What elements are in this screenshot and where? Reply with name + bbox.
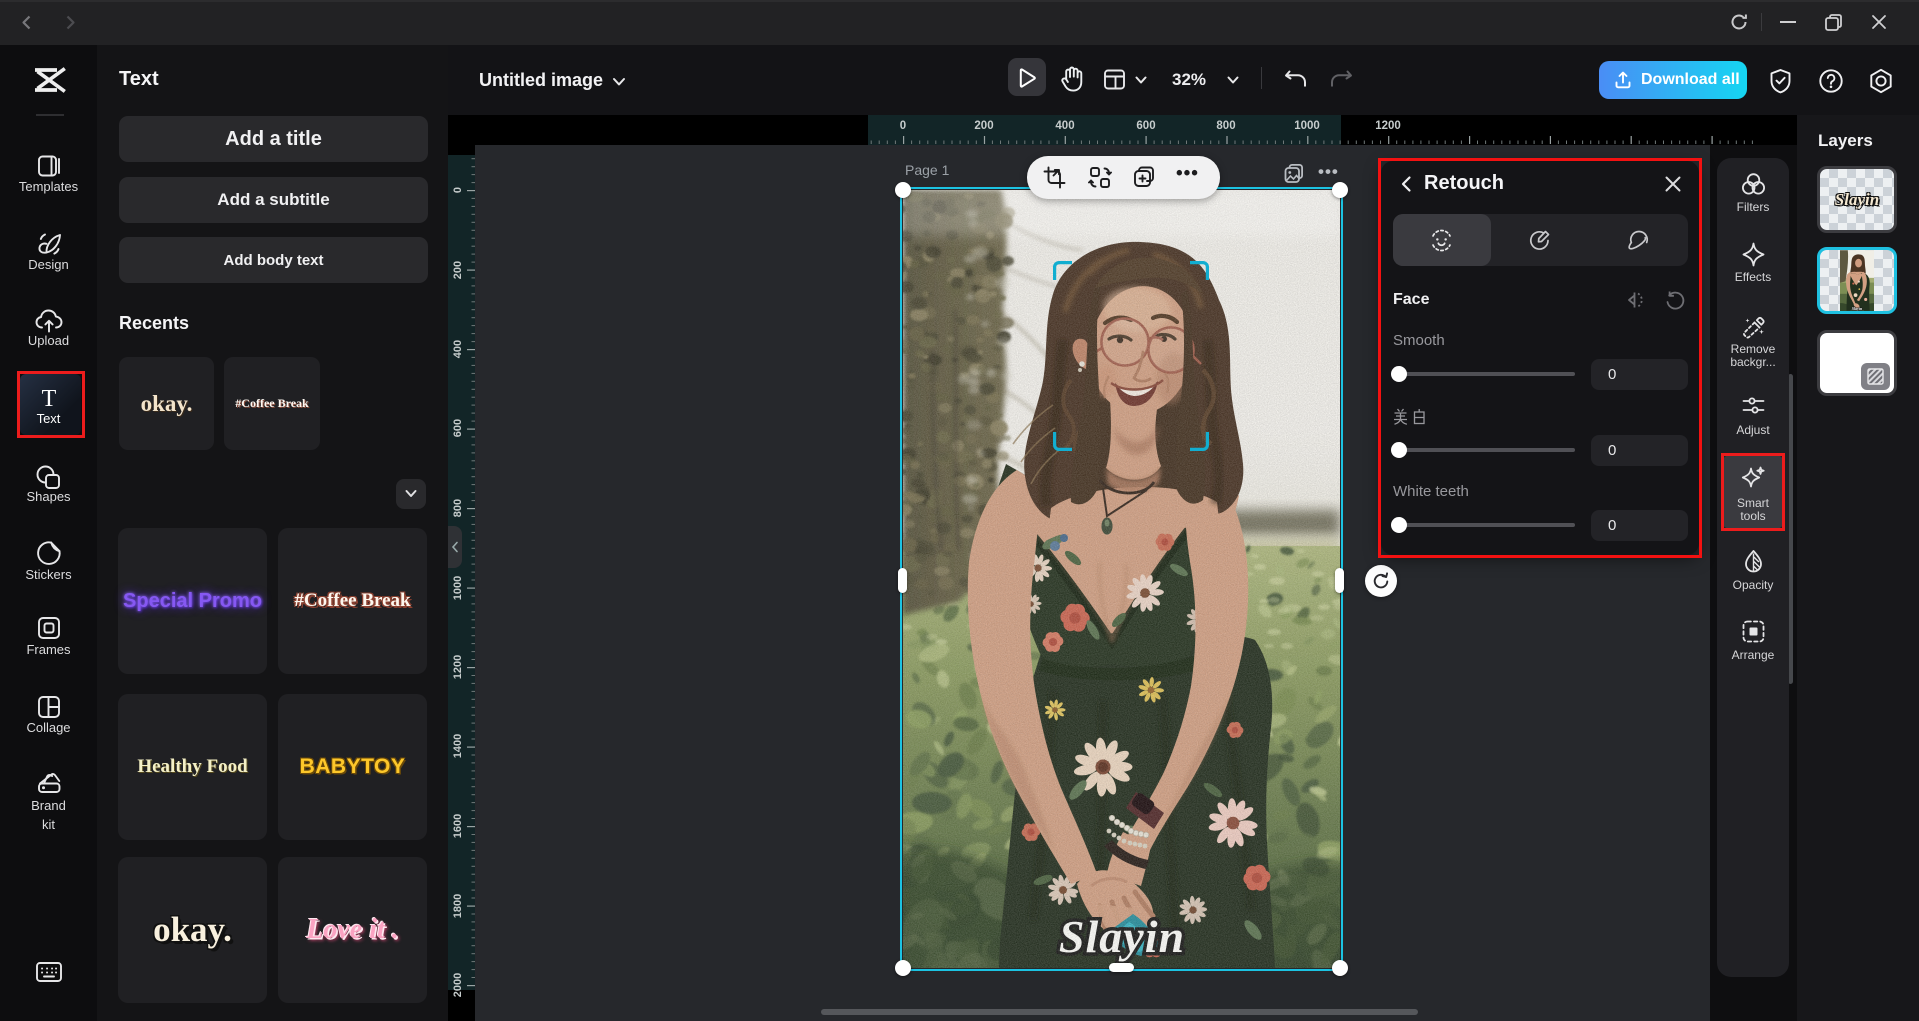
svg-text:Slayin: Slayin: [1852, 306, 1863, 311]
svg-text:T: T: [41, 386, 56, 412]
